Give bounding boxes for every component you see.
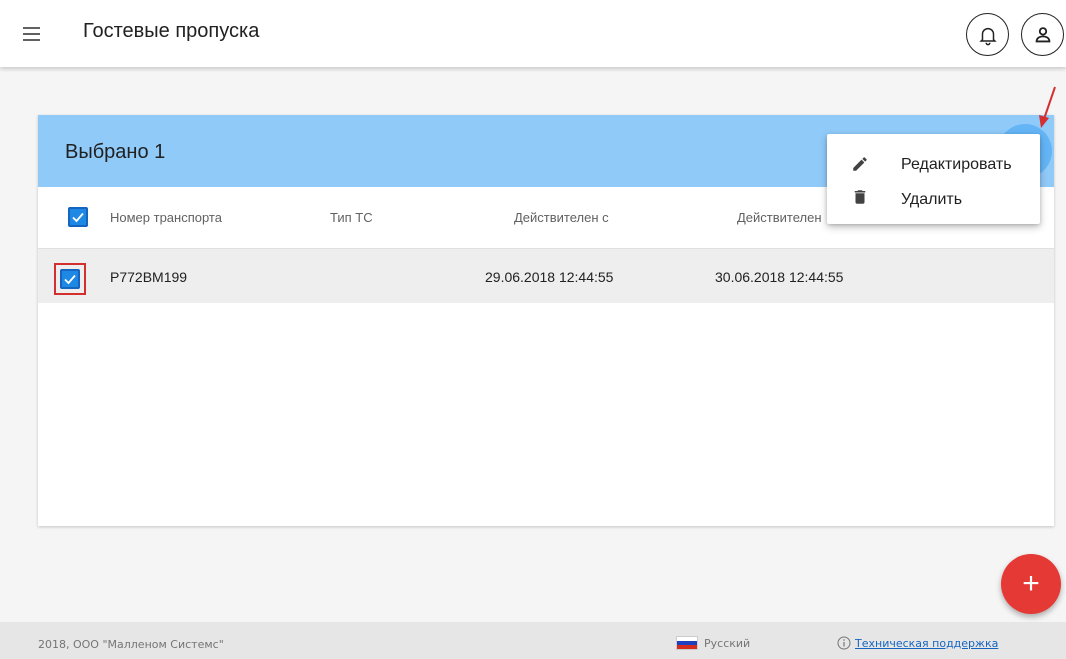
menu-item-edit-label: Редактировать <box>901 156 1012 173</box>
column-header-valid-from[interactable]: Действителен с <box>514 210 609 225</box>
cell-valid-to: 30.06.2018 12:44:55 <box>715 269 844 285</box>
check-icon <box>72 212 84 223</box>
support-link[interactable]: Техническая поддержка <box>837 636 998 650</box>
cell-valid-from: 29.06.2018 12:44:55 <box>485 269 614 285</box>
plus-icon: + <box>1022 567 1040 600</box>
column-header-plate[interactable]: Номер транспорта <box>110 210 222 225</box>
language-label: Русский <box>704 636 751 650</box>
selection-count: Выбрано 1 <box>65 141 166 163</box>
info-icon <box>837 636 851 650</box>
column-header-type[interactable]: Тип ТС <box>330 210 373 225</box>
app-header: Гостевые пропуска <box>0 0 1066 67</box>
row-actions-menu: Редактировать Удалить <box>827 134 1040 224</box>
bell-icon <box>978 27 997 45</box>
user-button[interactable] <box>1021 13 1064 56</box>
user-icon <box>1035 26 1050 42</box>
table-row[interactable]: Р772ВМ199 29.06.2018 12:44:55 30.06.2018… <box>38 249 1054 303</box>
language-selector[interactable]: Русский <box>676 636 750 650</box>
column-header-valid-to[interactable]: Действителен <box>737 210 822 225</box>
russia-flag-icon <box>676 636 698 650</box>
footer: 2018, ООО "Малленом Системс" Русский Тех… <box>0 622 1066 659</box>
menu-item-edit[interactable]: Редактировать <box>827 148 1040 182</box>
menu-item-delete[interactable]: Удалить <box>827 183 1040 217</box>
annotation-highlight-box <box>54 263 86 295</box>
notifications-button[interactable] <box>966 13 1009 56</box>
page-title: Гостевые пропуска <box>83 20 260 42</box>
support-link-label: Техническая поддержка <box>855 636 999 650</box>
add-pass-button[interactable]: + <box>1001 554 1061 614</box>
menu-icon[interactable] <box>20 22 44 46</box>
menu-item-delete-label: Удалить <box>901 191 963 208</box>
select-all-checkbox[interactable] <box>68 207 88 227</box>
copyright-text: 2018, ООО "Малленом Системс" <box>38 638 224 651</box>
annotation-arrow <box>1039 86 1056 128</box>
cell-plate: Р772ВМ199 <box>110 269 188 285</box>
trash-icon <box>854 190 866 204</box>
pencil-icon <box>853 157 867 171</box>
